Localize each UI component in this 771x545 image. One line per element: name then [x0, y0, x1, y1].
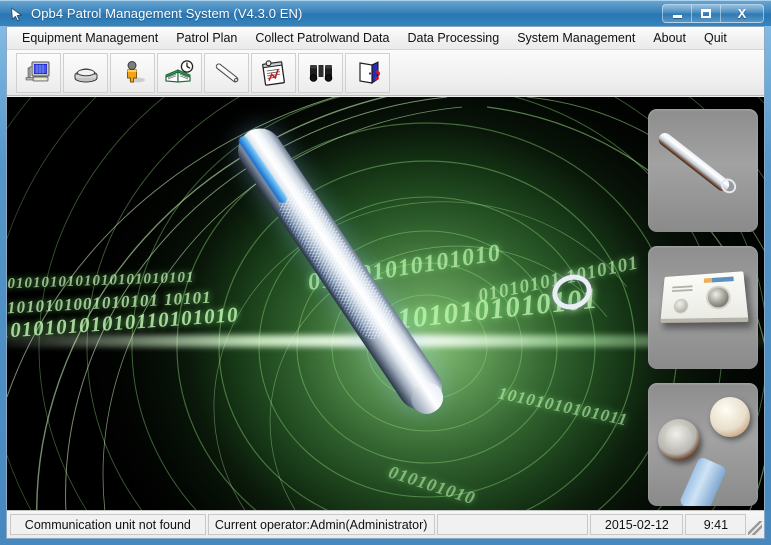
toolbar-button-collect-data[interactable]	[251, 52, 296, 93]
cursor-pointer-icon	[9, 6, 25, 22]
toolbar-button-quit[interactable]	[345, 52, 390, 93]
client-area: Equipment Management Patrol Plan Collect…	[6, 26, 765, 539]
computer-monitor-icon	[24, 59, 54, 87]
patrol-wand-icon	[212, 59, 242, 87]
menu-system-management[interactable]: System Management	[508, 29, 644, 48]
communication-docking-station-image	[660, 271, 749, 323]
rfid-tag-dark	[658, 419, 700, 461]
toolbar-button-equipment[interactable]	[16, 52, 61, 93]
unit-socket	[705, 285, 732, 310]
panel-communication-unit[interactable]	[648, 246, 758, 369]
toolbar-button-patrol-plan[interactable]	[157, 52, 202, 93]
menu-quit[interactable]: Quit	[695, 29, 736, 48]
unit-label	[672, 285, 693, 293]
window-title: Opb4 Patrol Management System (V4.3.0 EN…	[31, 6, 303, 21]
minimize-icon	[672, 14, 682, 18]
menu-about[interactable]: About	[644, 29, 695, 48]
clipboard-chart-icon	[259, 59, 289, 87]
exit-door-icon	[353, 59, 383, 87]
book-clock-icon	[164, 59, 196, 87]
status-spacer	[436, 514, 589, 535]
panel-checkpoint-tags[interactable]	[648, 383, 758, 506]
maximize-icon	[701, 9, 711, 18]
unit-knob	[673, 298, 689, 314]
menu-bar: Equipment Management Patrol Plan Collect…	[7, 27, 764, 50]
status-operator: Current operator:Admin(Administrator)	[207, 514, 435, 535]
title-bar[interactable]: Opb4 Patrol Management System (V4.3.0 EN…	[0, 0, 771, 26]
rfid-tag-light	[710, 397, 750, 437]
resize-grip[interactable]	[748, 521, 762, 535]
tool-bar	[7, 50, 764, 96]
menu-data-processing[interactable]: Data Processing	[398, 29, 508, 48]
menu-collect-patrolwand-data[interactable]: Collect Patrolwand Data	[246, 29, 398, 48]
toolbar-button-checkpoint[interactable]	[63, 52, 108, 93]
menu-patrol-plan[interactable]: Patrol Plan	[167, 29, 246, 48]
product-panel-list	[648, 109, 758, 506]
unit-logo	[703, 276, 734, 283]
binoculars-icon	[306, 59, 336, 87]
close-button[interactable]: X	[720, 4, 764, 23]
person-icon	[118, 59, 148, 87]
toolbar-button-personnel[interactable]	[110, 52, 155, 93]
window-controls: X	[662, 4, 764, 23]
close-icon: X	[737, 6, 747, 21]
checkpoint-button-icon	[71, 59, 101, 87]
menu-equipment-management[interactable]: Equipment Management	[13, 29, 167, 48]
status-bar: Communication unit not found Current ope…	[7, 510, 764, 538]
status-time: 9:41	[685, 514, 747, 535]
panel-patrol-wand[interactable]	[648, 109, 758, 232]
status-connection: Communication unit not found	[10, 514, 206, 535]
toolbar-button-patrolwand[interactable]	[204, 52, 249, 93]
maximize-button[interactable]	[691, 4, 720, 23]
application-window: Opb4 Patrol Management System (V4.3.0 EN…	[0, 0, 771, 545]
toolbar-button-query[interactable]	[298, 52, 343, 93]
patrol-wand-device-image	[655, 130, 732, 194]
status-date: 2015-02-12	[590, 514, 684, 535]
minimize-button[interactable]	[662, 4, 691, 23]
rfid-tag-holder	[678, 456, 728, 506]
splash-area: 10101010101010101010101 1010101001010101…	[7, 97, 764, 510]
